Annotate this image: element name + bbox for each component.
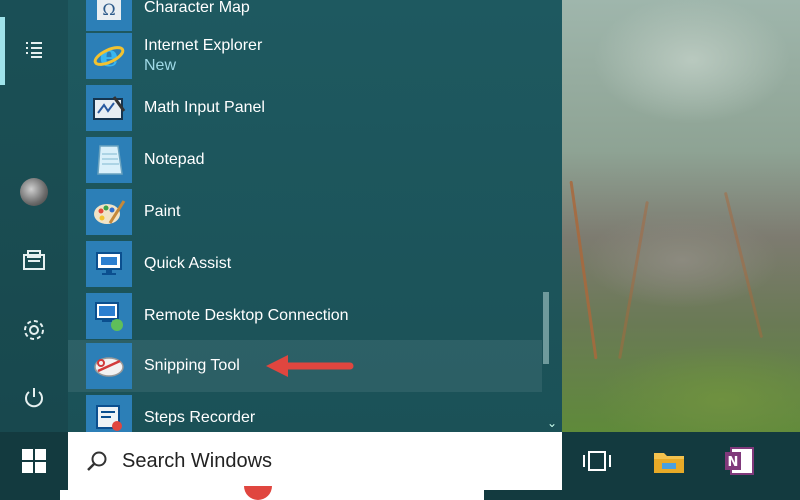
app-character-map[interactable]: Ω Character Map [86, 0, 542, 34]
app-label: Paint [144, 203, 181, 220]
desktop-wallpaper [562, 0, 800, 432]
app-label: Math Input Panel [144, 99, 265, 116]
search-box[interactable]: Search Windows [68, 432, 562, 490]
search-box-extension [60, 490, 484, 500]
math-input-panel-icon [86, 85, 132, 131]
search-placeholder: Search Windows [122, 449, 273, 472]
wallpaper-detail [723, 191, 764, 339]
character-map-icon: Ω [86, 0, 132, 31]
user-avatar[interactable] [0, 168, 68, 216]
search-icon [86, 450, 108, 472]
onenote-icon[interactable]: N [710, 432, 768, 490]
app-list-scrollbar[interactable] [542, 0, 562, 432]
settings-gear-icon[interactable] [0, 306, 68, 354]
documents-icon[interactable] [0, 236, 68, 284]
all-apps-list-icon[interactable] [0, 26, 68, 74]
svg-text:e: e [99, 39, 118, 73]
app-quick-assist[interactable]: Quick Assist [86, 238, 542, 290]
app-internet-explorer[interactable]: e Internet Explorer New [86, 30, 542, 82]
app-label: Notepad [144, 151, 205, 168]
start-rail [0, 0, 68, 432]
app-math-input-panel[interactable]: Math Input Panel [86, 82, 542, 134]
quick-assist-icon [86, 241, 132, 287]
app-label: Remote Desktop Connection [144, 307, 349, 324]
paint-icon [86, 189, 132, 235]
app-label: Character Map [144, 0, 250, 16]
app-new-badge: New [144, 57, 177, 74]
scroll-down-chevron-icon[interactable]: ⌄ [542, 414, 562, 432]
file-explorer-icon[interactable] [640, 432, 698, 490]
wallpaper-detail [618, 200, 649, 360]
scrollbar-thumb[interactable] [543, 292, 549, 364]
app-label: Snipping Tool [144, 357, 240, 374]
app-notepad[interactable]: Notepad [86, 134, 542, 186]
svg-text:Ω: Ω [102, 0, 115, 19]
power-icon[interactable] [0, 374, 68, 422]
taskbar: Search Windows N [0, 432, 800, 500]
app-label: Steps Recorder [144, 409, 256, 426]
snipping-tool-icon [86, 343, 132, 389]
internet-explorer-icon: e [86, 33, 132, 79]
svg-text:N: N [728, 455, 739, 470]
windows-start-icon[interactable] [0, 432, 68, 490]
app-paint[interactable]: Paint [86, 186, 542, 238]
app-label: Internet Explorer New [144, 37, 263, 74]
app-label: Quick Assist [144, 255, 232, 272]
notepad-icon [86, 137, 132, 183]
annotation-arrow-icon [266, 355, 354, 377]
remote-desktop-icon [86, 293, 132, 339]
wallpaper-detail [569, 180, 598, 360]
task-view-icon[interactable] [568, 432, 626, 490]
app-remote-desktop-connection[interactable]: Remote Desktop Connection [86, 290, 542, 342]
